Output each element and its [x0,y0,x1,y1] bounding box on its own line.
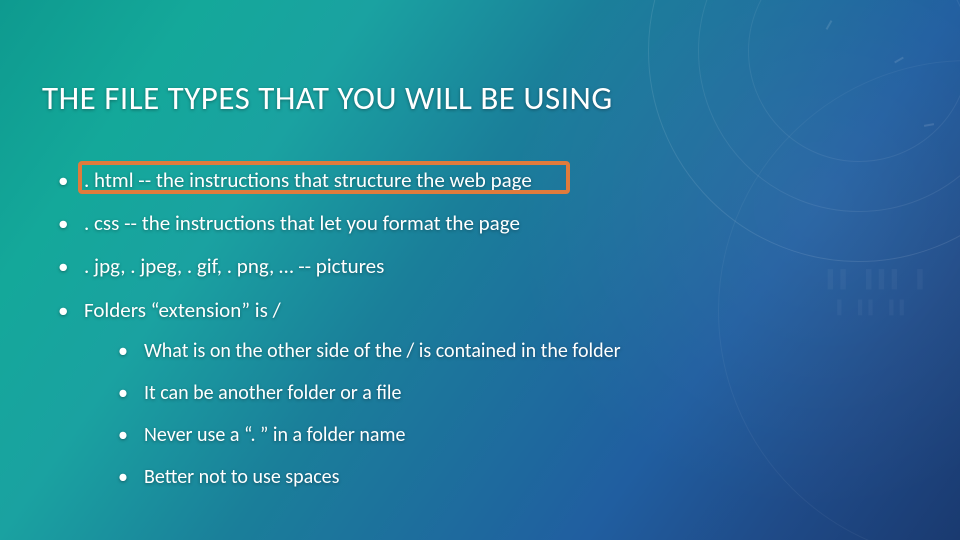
list-item: Better not to use spaces [118,465,621,489]
slide-title: THE FILE TYPES THAT YOU WILL BE USING [42,78,613,118]
list-item: . html -- the instructions that structur… [58,168,621,193]
bullet-list: . html -- the instructions that structur… [58,168,621,507]
decoration-glyph: ▌▌ ▌▌▌ ▌ [828,270,930,290]
list-item: Never use a “. ” in a folder name [118,423,621,447]
bullet-text: Folders “extension” is / [84,297,281,323]
bullet-text: It can be another folder or a file [144,381,401,405]
sub-bullet-list: What is on the other side of the / is co… [84,339,621,489]
bullet-text: Better not to use spaces [144,465,339,489]
bullet-text: What is on the other side of the / is co… [144,339,621,363]
list-item: . css -- the instructions that let you f… [58,211,621,236]
list-item: Folders “extension” is / What is on the … [58,298,621,489]
bullet-text: . jpg, . jpeg, . gif, . png, … -- pictur… [84,253,384,279]
list-item: It can be another folder or a file [118,381,621,405]
decoration-glyph: ▌ ▌▌ ▌▌ [837,300,910,316]
bullet-text: . css -- the instructions that let you f… [84,210,520,236]
list-item: What is on the other side of the / is co… [118,339,621,363]
bullet-text: . html -- the instructions that structur… [84,167,532,193]
bullet-text: Never use a “. ” in a folder name [144,423,405,447]
list-item: . jpg, . jpeg, . gif, . png, … -- pictur… [58,254,621,279]
slide: ▌▌ ▌▌▌ ▌ ▌ ▌▌ ▌▌ THE FILE TYPES THAT YOU… [0,0,960,540]
